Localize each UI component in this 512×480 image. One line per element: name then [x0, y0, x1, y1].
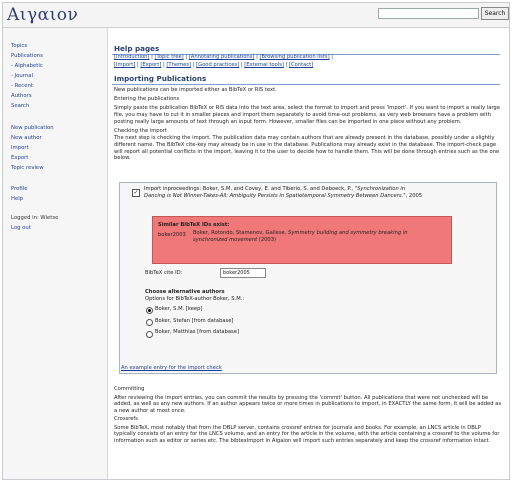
- similar-ids-content: Similar BibTeX IDs exist:: [158, 222, 446, 229]
- page-title: Importing Publications: [114, 74, 207, 83]
- section-heading-checking: Checking the import: [114, 127, 167, 134]
- import-title-part1: "Synchronization in: [354, 186, 406, 192]
- example-caption-link[interactable]: An example entry for the import check: [121, 365, 222, 371]
- help-link-topic-tree[interactable]: [Topic tree]: [155, 54, 184, 60]
- search-input[interactable]: [378, 8, 479, 19]
- sidebar-item-export[interactable]: Export: [11, 155, 28, 161]
- committing-text: After reviewing the import entries, you …: [114, 394, 502, 415]
- sidebar-item-topic-review[interactable]: Topic review: [11, 165, 44, 171]
- sidebar-item-import[interactable]: Import: [11, 145, 29, 151]
- import-example-box: [119, 182, 497, 374]
- sidebar-item-profile[interactable]: Profile: [11, 186, 27, 192]
- sidebar-item-log-out[interactable]: Log out: [11, 225, 31, 231]
- similar-authors: Boker, Rotondo, Stamenov, Gallese,: [193, 230, 287, 236]
- help-link-introduction[interactable]: [Introduction]: [114, 54, 149, 60]
- option-keep-radio[interactable]: [146, 307, 153, 314]
- sidebar-item-new-author[interactable]: New author: [11, 135, 42, 141]
- import-authors: Boker, S.M. and Covey, E. and Tiberio, S…: [202, 186, 354, 192]
- cite-id-input[interactable]: boker2005: [220, 268, 266, 278]
- sidebar-item-new-publication[interactable]: New publication: [11, 125, 54, 131]
- similar-entry: Boker, Rotondo, Stamenov, Gallese, Symme…: [193, 230, 445, 243]
- sidebar-item-authors[interactable]: Authors: [11, 93, 32, 99]
- help-links: [Introduction] | [Topic tree] | [Annotat…: [114, 54, 334, 68]
- sidebar-item-recent[interactable]: - Recent: [11, 83, 33, 89]
- intro-text: New publications can be imported either …: [114, 87, 277, 93]
- logged-in-label: Logged in: Wietse: [11, 215, 59, 221]
- sidebar-item-journal[interactable]: - Journal: [11, 73, 33, 79]
- similar-heading: Similar BibTeX IDs exist:: [158, 222, 230, 228]
- crossref-text: Some BibTeX, most notably that from the …: [114, 424, 500, 444]
- import-entry-text: Import inproceedings: Boker, S.M. and Co…: [144, 186, 494, 199]
- option-stefan-label: Boker, Stefan [from database]: [155, 318, 234, 324]
- entering-text: Simply paste the publication BibTeX or R…: [114, 105, 500, 125]
- option-matthias-label: Boker, Matthias [from database]: [155, 329, 239, 335]
- similar-year: (2003): [258, 236, 277, 243]
- import-checkbox[interactable]: ✓: [132, 189, 140, 197]
- checking-text: The next step is checking the import. Th…: [114, 135, 500, 162]
- help-link-contact[interactable]: [Contact]: [289, 62, 313, 68]
- similar-title-part1: Symmetry building and symmetry breaking …: [288, 230, 408, 236]
- help-link-browsing[interactable]: [Browsing publication lists]: [260, 54, 330, 60]
- help-link-external-tools[interactable]: [External tools]: [244, 62, 284, 68]
- help-title: Help pages: [114, 44, 160, 53]
- help-link-good-practices[interactable]: [Good practices]: [196, 62, 239, 68]
- sidebar-item-help[interactable]: Help: [11, 196, 23, 202]
- section-heading-committing: Committing: [114, 386, 145, 392]
- sidebar-item-publications[interactable]: Publications: [11, 53, 43, 59]
- app-logo[interactable]: Aιγαιον: [7, 5, 78, 25]
- alt-authors-sub: Options for BibTeX-author Boker, S.M.:: [145, 295, 245, 302]
- section-heading-entering: Entering the publications: [114, 95, 180, 102]
- similar-key: boker2003: [158, 232, 186, 238]
- sidebar-item-topics[interactable]: Topics: [11, 43, 27, 49]
- section-heading-crossrefs: Crossrefs: [114, 415, 138, 422]
- sidebar: Topics Publications - Alphabetic - Journ…: [3, 28, 108, 479]
- help-link-export[interactable]: [Export]: [140, 62, 161, 68]
- header-bar: Aιγαιον Search: [3, 3, 509, 28]
- sidebar-item-search[interactable]: Search: [11, 103, 29, 109]
- search-button[interactable]: Search: [481, 7, 509, 20]
- cite-id-label: BibTeX cite ID:: [145, 270, 183, 276]
- help-link-import[interactable]: [Import]: [114, 62, 135, 68]
- alt-authors-heading: Choose alternative authors: [145, 289, 225, 295]
- option-matthias-radio[interactable]: [146, 331, 153, 338]
- divider: [112, 84, 500, 85]
- sidebar-item-alphabetic[interactable]: - Alphabetic: [11, 63, 43, 69]
- option-stefan-radio[interactable]: [146, 319, 153, 326]
- help-link-themes[interactable]: [Themes]: [166, 62, 191, 68]
- option-keep-label: Boker, S.M. [keep]: [155, 306, 203, 312]
- similar-title-part2: synchronized movement: [193, 236, 258, 243]
- import-title-part2: Dancing is Not Winner-Takes-All: Ambigui…: [144, 192, 406, 199]
- import-year: , 2005: [405, 192, 423, 199]
- import-prefix: Import inproceedings:: [144, 186, 202, 192]
- help-link-annotating[interactable]: [Annotating publications]: [189, 54, 255, 60]
